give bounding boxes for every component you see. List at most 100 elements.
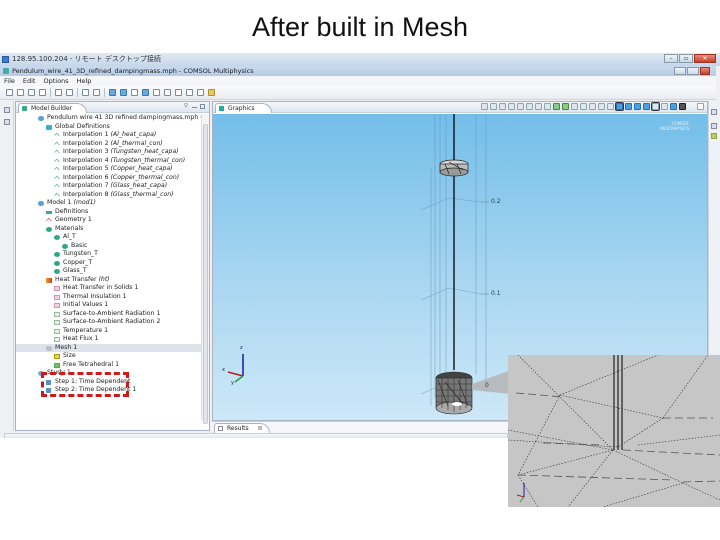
compute-icon[interactable] xyxy=(186,89,193,96)
tree-item[interactable]: Interpolation 8 (Glass_thermal_con) xyxy=(16,191,202,200)
tree-item[interactable]: Global Definitions xyxy=(16,123,202,132)
print-icon[interactable] xyxy=(39,89,46,96)
zoom-extents-icon[interactable] xyxy=(553,103,560,110)
materials-dropdown-icon[interactable] xyxy=(131,89,138,96)
tree-item[interactable]: Mesh 1 xyxy=(16,343,202,352)
tree-item[interactable]: Definitions xyxy=(16,208,202,217)
tree-item[interactable]: Pendulum wire 41 3D refined dampingmass.… xyxy=(16,114,202,123)
scroll-thumb[interactable] xyxy=(203,124,208,424)
tab-graphics[interactable]: Graphics xyxy=(215,103,272,113)
menu-edit[interactable]: Edit xyxy=(23,76,36,86)
tree-item[interactable]: Heat Transfer (ht) xyxy=(16,276,202,285)
tree-item[interactable]: Surface-to-Ambient Radiation 2 xyxy=(16,318,202,327)
menu-file[interactable]: File xyxy=(4,76,15,86)
feature2-icon xyxy=(54,311,60,317)
close-tab-icon[interactable]: ⊠ xyxy=(258,424,263,433)
rdp-minimize-button[interactable]: – xyxy=(664,54,678,63)
scene-light-icon[interactable] xyxy=(651,102,660,111)
undo-icon[interactable] xyxy=(55,89,62,96)
zoom-in-icon[interactable] xyxy=(517,103,524,110)
tree-item[interactable]: Interpolation 7 (Glass_heat_capa) xyxy=(16,182,202,191)
view-menu-icon[interactable]: ▽ xyxy=(184,104,189,109)
open-icon[interactable] xyxy=(17,89,24,96)
app-close-button[interactable] xyxy=(700,67,710,75)
tree-item[interactable]: Copper_T xyxy=(16,259,202,268)
results-dropdown-icon[interactable] xyxy=(175,89,182,96)
maximize-icon[interactable] xyxy=(200,104,205,109)
app-minimize-button[interactable] xyxy=(674,67,686,75)
settings-dropdown-icon[interactable] xyxy=(508,103,515,110)
definitions-dropdown-icon[interactable] xyxy=(109,89,116,96)
tree-item[interactable]: Interpolation 6 (Copper_thermal_con) xyxy=(16,174,202,183)
windows-icon[interactable] xyxy=(208,89,215,96)
tree-item[interactable]: Model 1 (mod1) xyxy=(16,199,202,208)
tree-item[interactable]: Geometry 1 xyxy=(16,216,202,225)
zoom-out-icon[interactable] xyxy=(526,103,533,110)
transparency-icon[interactable] xyxy=(625,103,632,110)
panel-icon[interactable] xyxy=(711,123,717,129)
render-icon[interactable] xyxy=(661,103,668,110)
tree-item[interactable]: Materials xyxy=(16,225,202,234)
tab-results[interactable]: Results ⊠ xyxy=(214,423,270,433)
deselect-icon[interactable] xyxy=(607,103,614,110)
restore-icon[interactable] xyxy=(711,109,717,115)
tree-item[interactable]: Heat Flux 1 xyxy=(16,335,202,344)
show-all-icon[interactable] xyxy=(643,103,650,110)
minimize-icon[interactable] xyxy=(688,103,695,110)
rdp-close-button[interactable]: ✕ xyxy=(694,54,716,63)
tree-item[interactable]: Surface-to-Ambient Radiation 1 xyxy=(16,310,202,319)
model-wizard-icon[interactable] xyxy=(93,89,100,96)
tree-item[interactable]: Thermal Insulation 1 xyxy=(16,293,202,302)
app-restore-button[interactable] xyxy=(687,67,699,75)
tree-item[interactable]: Al_T xyxy=(16,233,202,242)
model-library-icon[interactable] xyxy=(82,89,89,96)
menu-help[interactable]: Help xyxy=(77,76,92,86)
plot-icon[interactable] xyxy=(197,89,204,96)
view-yz-icon[interactable] xyxy=(580,103,587,110)
new-icon[interactable] xyxy=(6,89,13,96)
tree-item[interactable]: Tungsten_T xyxy=(16,250,202,259)
tree-item[interactable]: Basic xyxy=(16,242,202,251)
go-to-view-icon[interactable] xyxy=(562,103,569,110)
horizontal-scrollbar[interactable] xyxy=(4,433,508,438)
mesh-dropdown-icon[interactable] xyxy=(153,89,160,96)
menu-options[interactable]: Options xyxy=(43,76,68,86)
hide-icon[interactable] xyxy=(634,103,641,110)
wireframe-icon[interactable] xyxy=(615,102,624,111)
tree-item[interactable]: Interpolation 3 (Tungsten_heat_capa) xyxy=(16,148,202,157)
tab-model-builder[interactable]: Model Builder xyxy=(18,103,88,113)
view-zx-icon[interactable] xyxy=(589,103,596,110)
tree-item[interactable]: Free Tetrahedral 1 xyxy=(16,361,202,370)
rdp-restore-button[interactable]: ▫ xyxy=(679,54,693,63)
physics-dropdown-icon[interactable] xyxy=(142,89,149,96)
progress-icon[interactable] xyxy=(711,133,717,139)
tree-item[interactable]: Heat Transfer in Solids 1 xyxy=(16,284,202,293)
build-all-icon[interactable] xyxy=(490,103,497,110)
tree-item[interactable]: Size xyxy=(16,352,202,361)
zoom-selected-icon[interactable] xyxy=(544,103,551,110)
tree-item[interactable]: Interpolation 1 (Al_heat_capa) xyxy=(16,131,202,140)
study-dropdown-icon[interactable] xyxy=(164,89,171,96)
grid-icon[interactable] xyxy=(670,103,677,110)
build-icon[interactable] xyxy=(481,103,488,110)
tree-item[interactable]: Interpolation 5 (Copper_heat_capa) xyxy=(16,165,202,174)
minimize-icon[interactable] xyxy=(192,107,197,112)
maximize-icon[interactable] xyxy=(697,103,704,110)
geometry-dropdown-icon[interactable] xyxy=(120,89,127,96)
zoom-box-icon[interactable] xyxy=(535,103,542,110)
tree-item[interactable]: Glass_T xyxy=(16,267,202,276)
tree-item[interactable]: Interpolation 2 (Al_thermal_con) xyxy=(16,140,202,149)
tree-item[interactable]: Initial Values 1 xyxy=(16,301,202,310)
panel-icon[interactable] xyxy=(4,119,10,125)
save-icon[interactable] xyxy=(28,89,35,96)
redo-icon[interactable] xyxy=(66,89,73,96)
refresh-icon[interactable] xyxy=(499,103,506,110)
select-box-icon[interactable] xyxy=(598,103,605,110)
tree-item[interactable]: Temperature 1 xyxy=(16,327,202,336)
view-xy-icon[interactable] xyxy=(571,103,578,110)
restore-icon[interactable] xyxy=(4,107,10,113)
remote-desktop-title: 128.95.100.204 - リモート デスクトップ接続 xyxy=(12,55,161,63)
tree-item[interactable]: Interpolation 4 (Tungsten_thermal_con) xyxy=(16,157,202,166)
camera-icon[interactable] xyxy=(679,103,686,110)
tree-vertical-scrollbar[interactable] xyxy=(201,114,209,424)
